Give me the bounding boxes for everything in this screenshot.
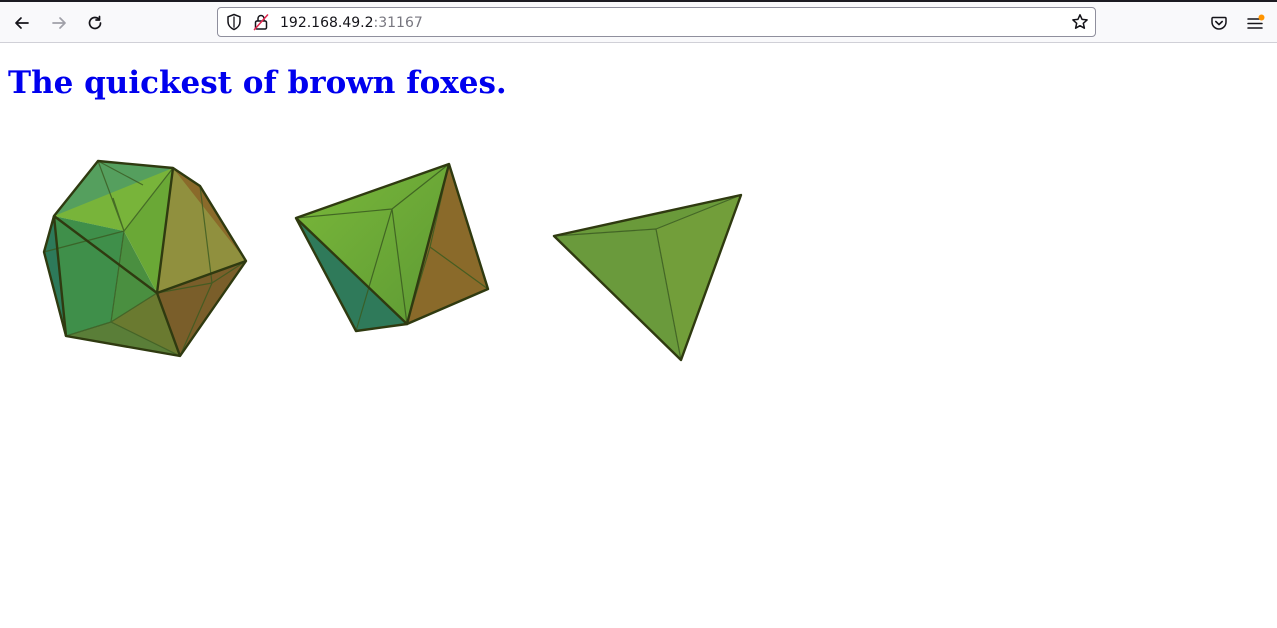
back-button[interactable] xyxy=(8,10,36,36)
arrow-right-icon xyxy=(52,17,66,29)
shield-icon xyxy=(227,13,241,31)
bookmark-button[interactable] xyxy=(1070,13,1090,31)
arrow-left-icon xyxy=(15,17,29,29)
icosahedron-shape xyxy=(42,159,248,358)
pocket-icon xyxy=(1211,16,1227,30)
url-host: 192.168.49.2 xyxy=(280,15,374,31)
tetrahedron-shape xyxy=(552,193,743,362)
polyhedra-illustration xyxy=(42,159,743,362)
url-text[interactable]: 192.168.49.2:31167 xyxy=(280,14,423,32)
insecure-lock-icon xyxy=(253,14,269,31)
pocket-button[interactable] xyxy=(1205,10,1233,36)
tracking-protection-button[interactable] xyxy=(224,13,244,31)
reload-button[interactable] xyxy=(81,10,109,36)
hamburger-menu-icon xyxy=(1247,14,1265,29)
reload-icon xyxy=(88,15,102,30)
star-icon xyxy=(1072,14,1088,29)
forward-button[interactable] xyxy=(45,10,73,36)
octahedron-shape xyxy=(294,162,490,333)
url-port: :31167 xyxy=(373,15,423,31)
app-menu-button[interactable] xyxy=(1241,10,1269,36)
url-bar[interactable]: 192.168.49.2:31167 xyxy=(217,7,1096,37)
browser-toolbar: 192.168.49.2:31167 xyxy=(0,0,1277,43)
site-security-button[interactable] xyxy=(251,13,271,31)
